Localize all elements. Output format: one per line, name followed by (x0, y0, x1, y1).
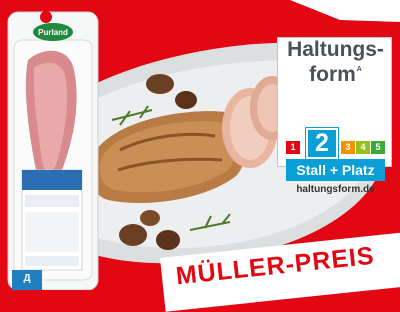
haltungsform-url: haltungsform.de (296, 184, 375, 195)
haltungsform-superscript: A (356, 66, 362, 73)
packaged-tenderloin: Purland (7, 11, 99, 290)
level-4-cell: 4 (356, 141, 370, 154)
haltungsform-category: Stall + Platz (286, 159, 385, 181)
haltungsform-title: Haltungs-formA (287, 38, 384, 86)
level-1-cell: 1 (286, 141, 300, 154)
package-brand-label: Purland (38, 28, 68, 37)
level-5-cell: 5 (371, 141, 385, 154)
corner-badge: Д (12, 270, 42, 290)
haltungsform-label: Haltungs-formA 1 2 3 4 5 Stall + Platz h… (277, 37, 392, 195)
current-level-badge: 2 (305, 127, 339, 160)
level-3-cell: 3 (341, 141, 355, 154)
